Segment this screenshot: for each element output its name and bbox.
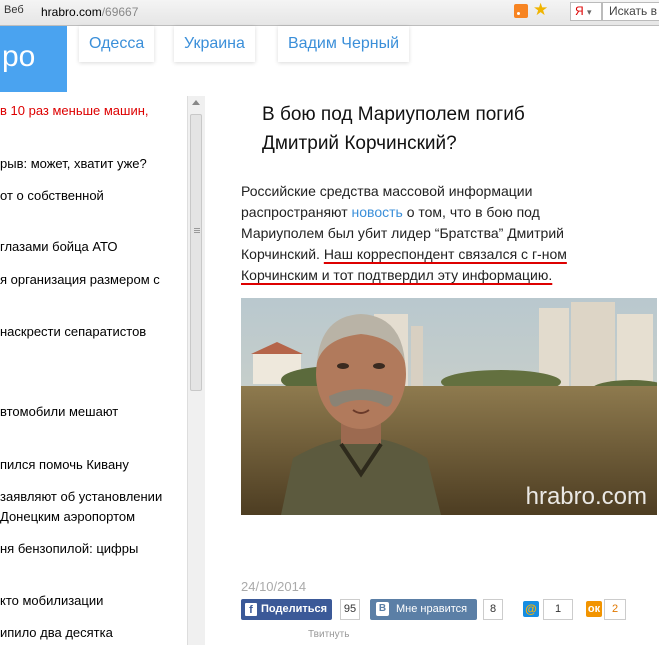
scrollbar-thumb[interactable] [190, 114, 202, 391]
sidebar-news-item[interactable]: Донецким аэропортом [0, 507, 135, 527]
sidebar-news-item[interactable]: ня бензопилой: цифры [0, 539, 138, 559]
yandex-search-engine[interactable]: Я ▾ [570, 2, 602, 21]
sidebar-news-item[interactable]: кто мобилизации [0, 591, 103, 611]
sidebar-news-item[interactable]: глазами бойца АТО [0, 237, 117, 257]
sidebar-news-item[interactable]: пился помочь Кивану [0, 455, 129, 475]
sidebar-news-item[interactable]: наскрести сепаратистов [0, 322, 146, 342]
chevron-down-icon: ▾ [587, 7, 592, 17]
grip-icon [194, 228, 200, 229]
nav-item-ukraine[interactable]: Украина [174, 26, 255, 62]
scroll-up-arrow-icon[interactable] [192, 100, 200, 105]
sidebar-scrollbar[interactable] [187, 96, 205, 645]
tweet-button[interactable]: Твитнуть [308, 629, 349, 640]
vk-icon: В [376, 602, 389, 616]
sidebar-news-item[interactable]: от о собственной [0, 186, 104, 206]
odnoklassniki-icon[interactable]: ок [586, 601, 602, 617]
browser-toolbar: Веб hrabro.com/69667 ★ Я ▾ Искать в [0, 0, 659, 26]
facebook-icon: f [245, 603, 257, 616]
url-host: hrabro.com [41, 5, 102, 19]
nav-item-odessa[interactable]: Одесса [79, 26, 155, 62]
nav-item-vadim-cherny[interactable]: Вадим Черный [278, 26, 410, 62]
tab-label[interactable]: Веб [4, 4, 24, 16]
url-path: /69667 [101, 5, 139, 19]
vk-like-label: Мне нравится [396, 603, 468, 615]
site-logo[interactable]: ро [0, 26, 67, 92]
article-title: В бою под Мариуполем погиб Дмитрий Корчи… [262, 104, 525, 154]
facebook-share-button[interactable]: f Поделиться [241, 599, 332, 620]
vk-like-count: 8 [483, 599, 503, 620]
sidebar-news-list: в 10 раз меньше машин, рыв: может, хвати… [0, 96, 186, 645]
publish-date: 24/10/2014 [241, 579, 307, 594]
sidebar-news-item[interactable]: заявляют об установлении [0, 487, 162, 507]
sidebar-news-item[interactable]: ипило два десятка [0, 623, 113, 643]
rss-icon[interactable] [514, 4, 528, 18]
address-bar[interactable]: hrabro.com/69667 [41, 5, 138, 19]
article-photo: hrabro.com [241, 298, 657, 515]
yandex-label: Я [575, 4, 584, 18]
article-paragraph: Российские средства массовой информации … [241, 181, 621, 286]
vk-like-button[interactable]: В Мне нравится [370, 599, 477, 620]
news-link[interactable]: новость [352, 204, 403, 220]
sidebar-news-item[interactable]: втомобили мешают [0, 402, 118, 422]
mail-ru-count: 1 [543, 599, 573, 620]
sidebar-news-item[interactable]: рыв: может, хватит уже? [0, 154, 147, 174]
mail-ru-icon[interactable]: @ [523, 601, 539, 617]
sidebar-news-item[interactable]: я организация размером с [0, 270, 160, 290]
bookmark-star-icon[interactable]: ★ [533, 1, 548, 19]
photo-watermark: hrabro.com [525, 483, 647, 510]
facebook-share-count: 95 [340, 599, 360, 620]
sidebar-news-item[interactable]: в 10 раз меньше машин, [0, 101, 149, 121]
odnoklassniki-count: 2 [604, 599, 626, 620]
facebook-share-label: Поделиться [261, 603, 328, 615]
search-input[interactable]: Искать в [602, 2, 659, 21]
